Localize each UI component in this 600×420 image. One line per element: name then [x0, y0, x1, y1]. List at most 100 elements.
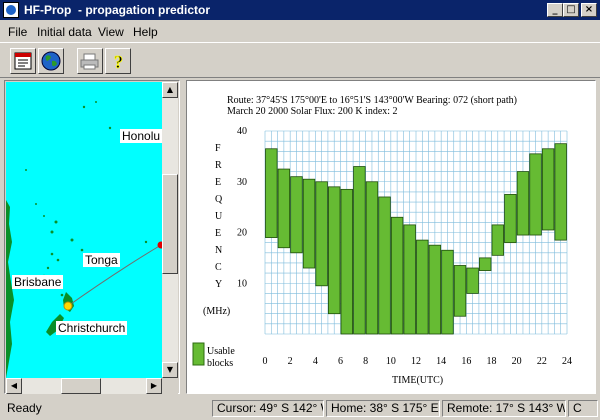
usable-block-bar	[491, 224, 504, 256]
map-button[interactable]	[38, 48, 64, 74]
y-label-letter: C	[215, 262, 222, 273]
x-tick-label: 10	[386, 356, 396, 367]
australia-landmass	[6, 200, 14, 378]
scroll-right-button[interactable]: ▶	[146, 378, 162, 394]
status-extra: C	[568, 400, 598, 417]
usable-block-bar	[290, 176, 303, 254]
propagation-chart: Route: 37°45'S 175°00'E to 16°51'S 143°0…	[192, 95, 573, 386]
horizontal-scroll-thumb[interactable]	[61, 378, 101, 394]
y-axis-label: FREQUENCY	[215, 143, 223, 290]
y-label-letter: Q	[215, 194, 223, 205]
status-remote: Remote: 17° S 143° W	[442, 400, 566, 417]
legend-line-1: Usable	[207, 346, 235, 357]
usable-block-bar	[365, 181, 379, 335]
y-label-letter: F	[215, 143, 221, 154]
status-cursor: Cursor: 49° S 142° W	[212, 400, 324, 417]
y-tick-label: 40	[237, 126, 247, 137]
y-label-letter: N	[215, 245, 222, 256]
usable-block-bar	[428, 244, 442, 335]
status-ready: Ready	[7, 401, 42, 415]
y-axis-unit: (MHz)	[203, 306, 230, 317]
x-tick-label: 24	[562, 356, 572, 367]
usable-block-bar	[504, 194, 517, 244]
usable-block-bar	[416, 239, 429, 335]
x-tick-label: 20	[512, 356, 522, 367]
usable-block-bar	[554, 143, 567, 241]
y-label-letter: E	[215, 177, 221, 188]
map-label-tonga: Tonga	[83, 253, 120, 267]
x-tick-label: 22	[537, 356, 547, 367]
usable-block-bar	[479, 257, 492, 271]
x-tick-label: 4	[313, 356, 318, 367]
scroll-left-button[interactable]: ◀	[6, 378, 22, 394]
menu-bar: File Initial data View Help	[0, 21, 600, 41]
minimize-button[interactable]: _	[547, 3, 563, 17]
x-tick-label: 0	[263, 356, 268, 367]
x-tick-label: 8	[363, 356, 368, 367]
map-view[interactable]: Honolu Tonga Brisbane Christchurch	[6, 82, 162, 378]
status-bar: Ready Cursor: 49° S 142° W Home: 38° S 1…	[0, 398, 600, 420]
usable-block-bar	[277, 168, 291, 249]
usable-block-bar	[403, 224, 416, 335]
map-horizontal-scrollbar[interactable]: ◀ ▶	[6, 378, 162, 394]
print-button[interactable]	[77, 48, 103, 74]
usable-block-bar	[378, 196, 391, 335]
usable-block-bar	[328, 186, 341, 315]
calendar-list-icon	[14, 52, 32, 70]
usable-block-bar	[441, 249, 454, 335]
title-bar: HF-Prop - propagation predictor _ □ ×	[0, 0, 600, 20]
x-axis-ticks: 0 2 4 6 8 10 12 14 16 18 20 22 24	[263, 356, 573, 367]
data-entry-button[interactable]	[10, 48, 36, 74]
usable-block-bar	[516, 171, 530, 236]
printer-icon	[80, 53, 99, 70]
menu-initial-data[interactable]: Initial data	[37, 25, 92, 39]
scroll-up-button[interactable]: ▲	[162, 82, 178, 98]
scroll-down-button[interactable]: ▼	[162, 362, 178, 378]
window-title: HF-Prop - propagation predictor	[24, 3, 210, 17]
y-axis-ticks: 10 20 30 40	[237, 126, 247, 289]
chart-header-date: March 20 2000 Solar Flux: 200 K index: 2	[227, 106, 398, 117]
map-vertical-scrollbar[interactable]: ▲ ▼	[162, 82, 178, 378]
status-home: Home: 38° S 175° E	[326, 400, 440, 417]
usable-block-bar	[302, 178, 316, 269]
x-tick-label: 18	[487, 356, 497, 367]
maximize-button[interactable]: □	[563, 3, 579, 17]
x-axis-label: TIME(UTC)	[392, 375, 443, 386]
vertical-scroll-thumb[interactable]	[162, 174, 178, 274]
y-label-letter: U	[215, 211, 223, 222]
usable-block-bar	[315, 181, 328, 287]
globe-icon	[41, 51, 61, 71]
y-tick-label: 10	[237, 278, 247, 289]
help-icon: ?	[114, 52, 124, 73]
toolbar: ?	[0, 42, 600, 78]
chart-header-route: Route: 37°45'S 175°00'E to 16°51'S 143°0…	[227, 95, 517, 106]
app-icon[interactable]	[3, 2, 19, 18]
map-label-brisbane: Brisbane	[12, 275, 64, 289]
scroll-corner	[162, 378, 178, 394]
usable-block-bar	[453, 265, 467, 317]
close-button[interactable]: ×	[581, 3, 597, 17]
y-tick-label: 30	[237, 177, 247, 188]
usable-block-bar	[541, 148, 555, 231]
map-label-christchurch: Christchurch	[56, 321, 128, 335]
help-glyph: ?	[114, 52, 123, 72]
menu-file[interactable]: File	[8, 25, 27, 39]
usable-block-bar	[529, 153, 542, 236]
menu-help[interactable]: Help	[133, 25, 158, 39]
x-tick-label: 6	[338, 356, 343, 367]
legend-line-2: blocks	[207, 358, 233, 369]
usable-block-bar	[340, 188, 353, 335]
usable-block-bar	[390, 216, 404, 335]
x-tick-label: 2	[288, 356, 293, 367]
y-label-letter: Y	[215, 279, 222, 290]
y-tick-label: 20	[237, 228, 247, 239]
help-button[interactable]: ?	[105, 48, 131, 74]
usable-block-bar	[265, 148, 278, 238]
y-label-letter: E	[215, 228, 221, 239]
map-label-honolulu: Honolu	[120, 129, 162, 143]
menu-view[interactable]: View	[98, 25, 124, 39]
x-tick-label: 12	[411, 356, 421, 367]
home-location-marker	[63, 301, 73, 311]
x-tick-label: 16	[461, 356, 471, 367]
legend-swatch	[192, 342, 205, 366]
